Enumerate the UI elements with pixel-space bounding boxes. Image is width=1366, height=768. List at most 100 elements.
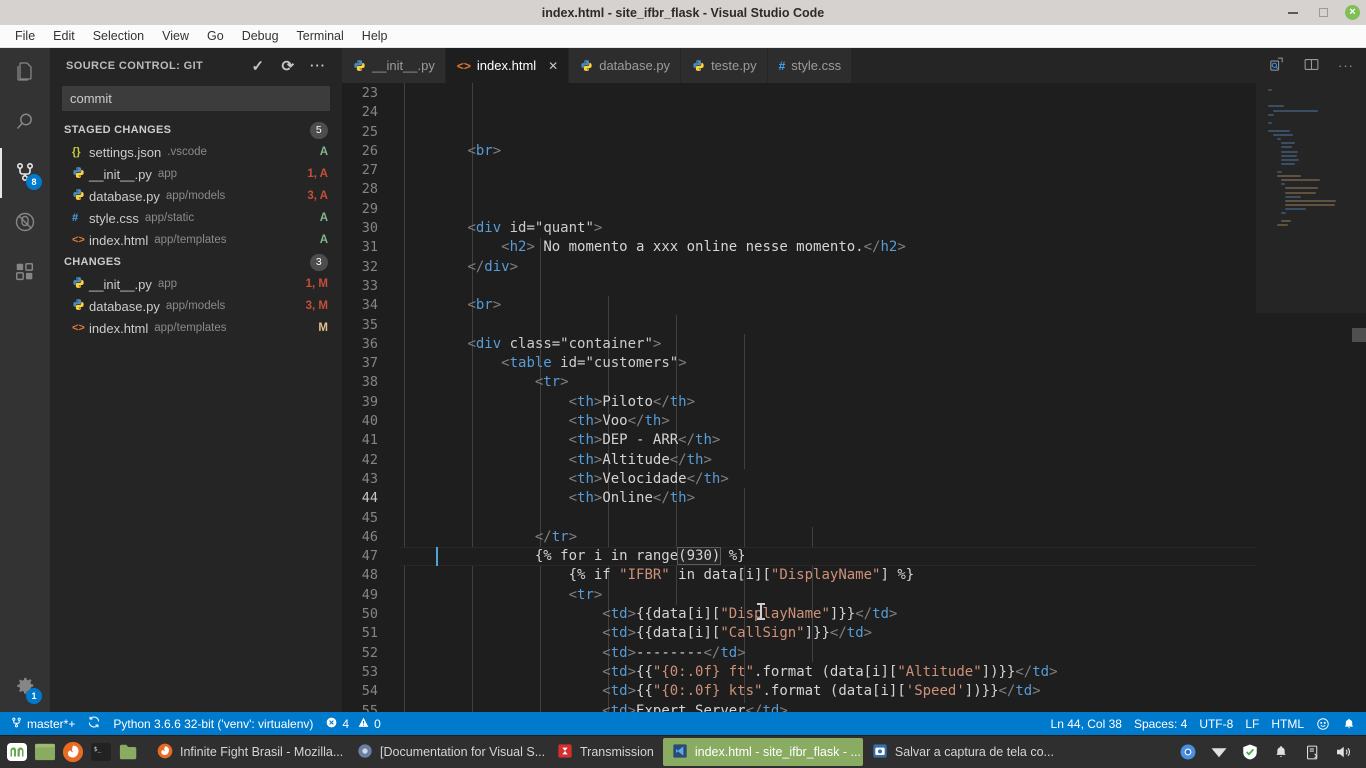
tab-close-icon[interactable]: ✕ <box>548 59 558 73</box>
code-line[interactable]: <tr> <box>400 373 1256 392</box>
more-editor-actions-icon[interactable]: ··· <box>1338 58 1354 73</box>
maximize-button[interactable] <box>1315 5 1331 21</box>
code-line[interactable]: <th>Voo</th> <box>400 412 1256 431</box>
taskbar-window-vscode[interactable]: index.html - site_ifbr_flask - ... <box>662 738 863 766</box>
tab-database-py[interactable]: database.py <box>569 48 682 83</box>
code-line[interactable] <box>400 180 1256 199</box>
code-line[interactable]: {% for i in range(930) %} <box>400 547 1256 567</box>
taskbar-window-chrome[interactable]: [Documentation for Visual S... <box>348 738 548 766</box>
code-line[interactable]: <th>Velocidade</th> <box>400 470 1256 489</box>
menu-debug[interactable]: Debug <box>233 27 288 45</box>
activity-source-control[interactable]: 8 <box>0 148 50 198</box>
code-line[interactable] <box>400 316 1256 335</box>
files-launcher-icon[interactable] <box>116 739 142 765</box>
feedback-smiley-icon[interactable] <box>1310 712 1336 735</box>
code-line[interactable] <box>400 161 1256 180</box>
statusbar-encoding[interactable]: UTF-8 <box>1193 712 1239 735</box>
statusbar-editor-position[interactable]: Ln 44, Col 38 <box>1045 712 1128 735</box>
menu-edit[interactable]: Edit <box>44 27 84 45</box>
code-line[interactable]: </tr> <box>400 528 1256 547</box>
code-line[interactable]: <th>DEP - ARR</th> <box>400 431 1256 450</box>
code-line[interactable]: {% if "IFBR" in data[i]["DisplayName"] %… <box>400 566 1256 585</box>
scm-row-init-py-changed[interactable]: __init__.py app 1, M <box>50 273 342 295</box>
menu-file[interactable]: File <box>6 27 44 45</box>
taskbar-window-screenshot[interactable]: Salvar a captura de tela co... <box>863 738 1063 766</box>
show-desktop-icon[interactable] <box>32 739 58 765</box>
code-line[interactable]: <th>Piloto</th> <box>400 393 1256 412</box>
scm-row-database-py-changed[interactable]: database.py app/models 3, M <box>50 295 342 317</box>
code-content[interactable]: <br> <div id="quant"> <h2> No momento a … <box>400 83 1256 712</box>
tab-style-css[interactable]: # style.css <box>767 48 853 83</box>
statusbar-python-interpreter[interactable]: Python 3.6.6 32-bit ('venv': virtualenv) <box>107 712 319 735</box>
code-line[interactable]: <th>Altitude</th> <box>400 451 1256 470</box>
code-line[interactable]: <br> <box>400 142 1256 161</box>
tab-index-html[interactable]: <> index.html ✕ <box>445 48 570 83</box>
network-tray-icon[interactable] <box>1210 743 1228 761</box>
scm-row-database-py-staged[interactable]: database.py app/models 3, A <box>50 185 342 207</box>
statusbar-eol[interactable]: LF <box>1239 712 1265 735</box>
statusbar-branch[interactable]: master*+ <box>4 712 81 735</box>
activity-extensions[interactable] <box>0 248 50 298</box>
menu-selection[interactable]: Selection <box>84 27 153 45</box>
vertical-scrollbar[interactable] <box>1352 328 1366 342</box>
code-line[interactable]: <td>Expert Server</td> <box>400 702 1256 713</box>
code-line[interactable]: <td>{{data[i]["CallSign"]}}</td> <box>400 624 1256 643</box>
code-line[interactable]: <td>{{"{0:.0f} kts".format (data[i]['Spe… <box>400 682 1256 701</box>
statusbar-problems[interactable]: 4 0 <box>319 712 386 735</box>
scm-row-style-css[interactable]: # style.css app/static A <box>50 207 342 229</box>
updates-tray-icon[interactable] <box>1303 743 1321 761</box>
code-line[interactable]: <td>{{"{0:.0f} ft".format (data[i]["Alti… <box>400 663 1256 682</box>
taskbar-window-firefox[interactable]: Infinite Fight Brasil - Mozilla... <box>148 738 348 766</box>
notifications-bell-icon[interactable] <box>1336 712 1362 735</box>
scm-row-init-py-staged[interactable]: __init__.py app 1, A <box>50 163 342 185</box>
taskbar-window-transmission[interactable]: Transmission <box>548 738 663 766</box>
menu-view[interactable]: View <box>153 27 198 45</box>
more-actions-icon[interactable]: ··· <box>310 58 326 74</box>
open-changes-icon[interactable] <box>1268 56 1285 76</box>
menu-go[interactable]: Go <box>198 27 233 45</box>
activity-explorer[interactable] <box>0 48 50 98</box>
minimap-slider[interactable] <box>1256 83 1366 313</box>
code-line[interactable]: <table id="customers"> <box>400 354 1256 373</box>
menu-terminal[interactable]: Terminal <box>288 27 353 45</box>
scm-row-index-html-changed[interactable]: <> index.html app/templates M <box>50 317 342 339</box>
volume-tray-icon[interactable] <box>1334 743 1352 761</box>
code-line[interactable]: <div id="quant"> <box>400 219 1256 238</box>
scm-row-settings-json[interactable]: {} settings.json .vscode A <box>50 141 342 163</box>
group-header-staged-changes[interactable]: STAGED CHANGES 5 <box>50 119 342 141</box>
code-line[interactable] <box>400 509 1256 528</box>
firefox-launcher-icon[interactable] <box>60 739 86 765</box>
minimap[interactable] <box>1256 83 1366 712</box>
code-line[interactable]: <td>{{data[i]["DisplayName"]}}</td> <box>400 605 1256 624</box>
scm-row-index-html-staged[interactable]: <> index.html app/templates A <box>50 229 342 251</box>
code-line[interactable] <box>400 277 1256 296</box>
code-editor[interactable]: 23 24 25 26 27 28 29 30 31 32 33 34 35 36 37 38 39 40 41 42… <box>342 83 1366 712</box>
group-header-changes[interactable]: CHANGES 3 <box>50 251 342 273</box>
code-line[interactable]: <tr> <box>400 586 1256 605</box>
notifications-tray-icon[interactable] <box>1272 743 1290 761</box>
chromium-tray-icon[interactable] <box>1179 743 1197 761</box>
shield-tray-icon[interactable] <box>1241 743 1259 761</box>
terminal-launcher-icon[interactable]: $_ <box>88 739 114 765</box>
statusbar-indentation[interactable]: Spaces: 4 <box>1128 712 1193 735</box>
statusbar-language-mode[interactable]: HTML <box>1265 712 1310 735</box>
code-line[interactable]: <h2> No momento a xxx online nesse momen… <box>400 238 1256 257</box>
code-line[interactable]: <br> <box>400 296 1256 315</box>
tab-teste-py[interactable]: teste.py <box>681 48 768 83</box>
refresh-icon[interactable]: ⟳ <box>280 58 296 75</box>
code-line[interactable]: <td>--------</td> <box>400 644 1256 663</box>
code-line[interactable]: </div> <box>400 258 1256 277</box>
activity-settings[interactable]: 1 <box>0 662 50 712</box>
code-line[interactable]: <div class="container"> <box>400 335 1256 354</box>
close-button[interactable]: × <box>1345 5 1360 20</box>
mint-menu-icon[interactable] <box>4 739 30 765</box>
statusbar-sync[interactable] <box>81 712 107 735</box>
tab-init-py[interactable]: __init__.py <box>342 48 446 83</box>
minimize-button[interactable] <box>1285 5 1301 21</box>
split-editor-icon[interactable] <box>1303 56 1320 76</box>
activity-debug[interactable] <box>0 198 50 248</box>
code-line[interactable]: <th>Online</th> <box>400 489 1256 508</box>
commit-message-input[interactable] <box>62 86 330 111</box>
activity-search[interactable] <box>0 98 50 148</box>
menu-help[interactable]: Help <box>353 27 397 45</box>
